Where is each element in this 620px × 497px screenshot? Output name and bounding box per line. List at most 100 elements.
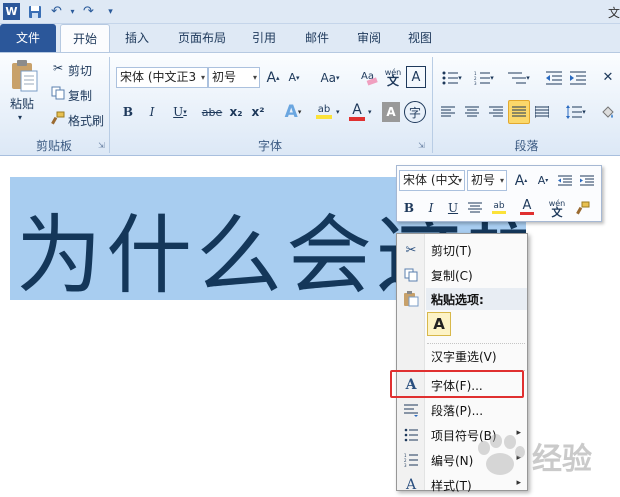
clipboard-launcher-icon[interactable]: ⇲ [98,141,105,150]
redo-icon[interactable]: ↷ [80,3,97,20]
font-group-label: 字体 [257,139,282,153]
character-border-button[interactable]: A [406,66,426,88]
bold-button[interactable]: B [118,101,138,123]
copy-icon[interactable] [50,85,66,101]
mini-bold-button[interactable]: B [399,197,419,218]
mini-phonetic-button[interactable]: wén 文 [545,197,569,218]
font-size-dropdown[interactable]: 初号 ▾ [208,67,260,88]
numbering-icon[interactable]: 1 2 3 ▾ [470,67,498,88]
tab-review[interactable]: 审阅 [348,24,390,52]
mini-font-name-value: 宋体 (中文 [403,173,460,187]
tab-file[interactable]: 文件 [0,24,56,52]
line-spacing-icon[interactable]: ▾ [562,101,590,123]
underline-button[interactable]: U ▾ [166,101,194,123]
undo-dropdown-icon[interactable]: ▾ [64,3,81,20]
font-launcher-icon[interactable]: ⇲ [418,141,425,150]
mini-font-color-button[interactable]: A [515,197,539,218]
tab-insert[interactable]: 插入 [115,24,159,52]
menu-item-paragraph[interactable]: 段落(P)... [397,398,527,422]
decrease-indent-icon[interactable] [544,67,564,88]
underline-icon: U [173,105,184,119]
align-left-icon[interactable] [438,101,458,123]
menu-item-label: 粘贴选项: [431,293,484,307]
mini-center-icon[interactable] [465,197,485,218]
menu-item-label: 汉字重选(V) [431,350,497,364]
mini-font-size-value: 初号 [471,173,496,187]
mini-shrink-font-icon[interactable]: A ▾ [533,170,553,191]
clear-formatting-icon[interactable]: Aa [358,66,380,88]
tab-references[interactable]: 引用 [244,24,284,52]
copy-button[interactable]: 复制 [68,87,92,104]
paste-icon [401,290,421,308]
mini-underline-button[interactable]: U [443,197,463,218]
strikethrough-button[interactable]: abe [200,101,224,123]
phonetic-guide-button[interactable]: wén 文 [382,66,404,88]
paragraph-shading-icon[interactable] [598,101,618,123]
menu-item-reconversion[interactable]: 汉字重选(V) [397,344,527,368]
paw-watermark-icon [478,434,525,475]
cut-button[interactable]: 剪切 [68,62,92,79]
shrink-font-button[interactable]: A ▾ [285,67,303,88]
format-painter-button[interactable]: 格式刷 [68,112,104,129]
mini-highlight-icon[interactable]: ab [487,197,511,218]
chinese-layout-icon[interactable]: ✕ [598,67,618,88]
shrink-font-icon: A [288,71,296,84]
window-title: 文 [608,6,620,20]
align-right-icon[interactable] [486,101,506,123]
font-name-dropdown[interactable]: 宋体 (中文正3 ▾ [116,67,208,88]
multilevel-list-icon[interactable]: ▾ [504,67,534,88]
quick-access-toolbar: W ↶ ▾ ↷ ▾ 文 [0,0,620,24]
increase-indent-icon[interactable] [568,67,588,88]
undo-icon[interactable]: ↶ [48,3,65,20]
menu-item-cut[interactable]: ✂ 剪切(T) [397,238,527,262]
font-color-button[interactable]: A [346,100,368,124]
paste-dropdown-icon[interactable]: ▾ [18,113,22,122]
highlight-icon: ab [317,104,331,115]
tab-mailings[interactable]: 邮件 [296,24,338,52]
highlight-color-swatch [316,115,332,119]
mini-grow-font-icon[interactable]: A ▴ [511,170,531,191]
character-border-icon: A [411,69,421,85]
chevron-down-icon: ▾ [499,176,504,185]
mini-decrease-indent-icon[interactable] [555,170,575,191]
justify-icon[interactable] [508,100,530,124]
distributed-icon[interactable] [532,101,552,123]
mini-font-name-dropdown[interactable]: 宋体 (中文 ▾ [399,170,465,191]
align-center-icon[interactable] [462,101,482,123]
tab-page-layout[interactable]: 页面布局 [170,24,234,52]
bullets-icon[interactable]: ▾ [438,67,466,88]
mini-italic-button[interactable]: I [421,197,441,218]
italic-button[interactable]: I [142,101,162,123]
character-shading-button[interactable]: A [382,102,400,122]
highlight-dropdown-icon[interactable]: ▾ [336,108,340,116]
grow-font-button[interactable]: A ▴ [264,67,282,88]
styles-icon: A [405,477,417,493]
ribbon: 粘贴 ▾ ✂ 剪切 复制 格式刷 剪贴板 ⇲ 宋体 (中文正3 ▾ 初号 ▾ A ▴ … [0,52,620,156]
mini-font-color-icon: A [522,198,532,213]
menu-item-label: 编号(N) [431,454,474,468]
mini-increase-indent-icon[interactable] [577,170,597,191]
text-effects-button[interactable]: A ▾ [280,100,306,124]
format-painter-icon[interactable] [50,110,66,126]
paste-icon[interactable] [6,57,42,97]
scissors-icon[interactable]: ✂ [50,60,66,76]
superscript-button[interactable]: x² [248,101,268,123]
paste-label[interactable]: 粘贴 [10,95,34,112]
paste-keep-text-icon[interactable]: A [427,312,451,336]
tab-view[interactable]: 视图 [400,24,440,52]
qat-customize-icon[interactable]: ▾ [102,3,119,20]
font-color-dropdown-icon[interactable]: ▾ [368,108,372,116]
highlight-button[interactable]: ab [310,100,338,124]
enclose-characters-button[interactable]: 字 [404,101,426,123]
word-icon[interactable]: W [3,3,20,20]
menu-item-copy[interactable]: 复制(C) [397,263,527,287]
grow-font-icon: A [266,69,277,86]
mini-format-painter-icon[interactable] [573,197,593,218]
menu-item-label: 复制(C) [431,269,473,283]
mini-font-size-dropdown[interactable]: 初号 ▾ [467,170,507,191]
change-case-button[interactable]: Aa ▾ [316,67,344,88]
subscript-button[interactable]: x₂ [226,101,246,123]
save-icon[interactable] [26,3,43,20]
scissors-icon: ✂ [405,242,417,258]
tab-home[interactable]: 开始 [60,24,110,52]
